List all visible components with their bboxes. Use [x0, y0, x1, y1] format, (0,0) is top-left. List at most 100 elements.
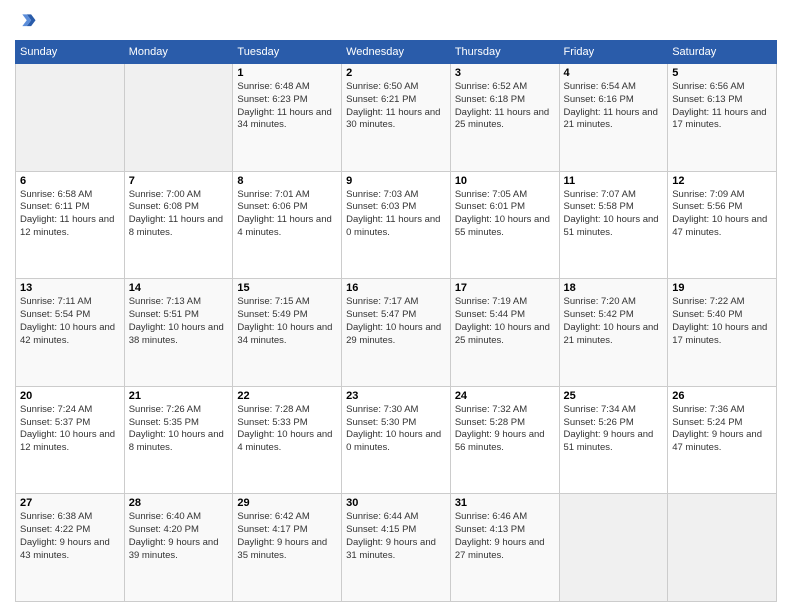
day-detail: Sunrise: 7:13 AM Sunset: 5:51 PM Dayligh…: [129, 296, 229, 347]
day-detail: Sunrise: 7:22 AM Sunset: 5:40 PM Dayligh…: [672, 296, 772, 347]
calendar-week-5: 27Sunrise: 6:38 AM Sunset: 4:22 PM Dayli…: [16, 494, 777, 602]
day-detail: Sunrise: 7:17 AM Sunset: 5:47 PM Dayligh…: [346, 296, 446, 347]
day-number: 28: [129, 497, 229, 509]
day-number: 24: [455, 390, 555, 402]
day-number: 14: [129, 282, 229, 294]
day-detail: Sunrise: 7:07 AM Sunset: 5:58 PM Dayligh…: [564, 189, 664, 240]
day-detail: Sunrise: 6:40 AM Sunset: 4:20 PM Dayligh…: [129, 511, 229, 562]
logo-icon: [15, 10, 37, 32]
day-number: 31: [455, 497, 555, 509]
day-number: 7: [129, 175, 229, 187]
day-detail: Sunrise: 6:48 AM Sunset: 6:23 PM Dayligh…: [237, 81, 337, 132]
calendar-cell: 14 Sunrise: 7:13 AM Sunset: 5:51 PM Dayli…: [124, 279, 233, 387]
day-number: 30: [346, 497, 446, 509]
day-number: 5: [672, 67, 772, 79]
calendar-cell: 5 Sunrise: 6:56 AM Sunset: 6:13 PM Daylig…: [668, 64, 777, 172]
day-detail: Sunrise: 7:19 AM Sunset: 5:44 PM Dayligh…: [455, 296, 555, 347]
day-number: 29: [237, 497, 337, 509]
day-detail: Sunrise: 7:28 AM Sunset: 5:33 PM Dayligh…: [237, 404, 337, 455]
calendar-cell: 22 Sunrise: 7:28 AM Sunset: 5:33 PM Dayli…: [233, 386, 342, 494]
day-number: 26: [672, 390, 772, 402]
calendar-cell: 29 Sunrise: 6:42 AM Sunset: 4:17 PM Dayli…: [233, 494, 342, 602]
header: [15, 10, 777, 32]
calendar-cell: 31Sunrise: 6:46 AM Sunset: 4:13 PM Dayli…: [450, 494, 559, 602]
day-number: 23: [346, 390, 446, 402]
calendar-body: 1 Sunrise: 6:48 AM Sunset: 6:23 PM Daylig…: [16, 64, 777, 602]
weekday-header-wednesday: Wednesday: [342, 41, 451, 64]
calendar-header: SundayMondayTuesdayWednesdayThursdayFrid…: [16, 41, 777, 64]
day-number: 22: [237, 390, 337, 402]
day-detail: Sunrise: 6:50 AM Sunset: 6:21 PM Dayligh…: [346, 81, 446, 132]
day-detail: Sunrise: 7:09 AM Sunset: 5:56 PM Dayligh…: [672, 189, 772, 240]
day-number: 15: [237, 282, 337, 294]
calendar-table: SundayMondayTuesdayWednesdayThursdayFrid…: [15, 40, 777, 602]
calendar-week-4: 20 Sunrise: 7:24 AM Sunset: 5:37 PM Dayli…: [16, 386, 777, 494]
day-detail: Sunrise: 7:24 AM Sunset: 5:37 PM Dayligh…: [20, 404, 120, 455]
day-detail: Sunrise: 7:03 AM Sunset: 6:03 PM Dayligh…: [346, 189, 446, 240]
day-number: 1: [237, 67, 337, 79]
calendar-cell: [668, 494, 777, 602]
page: SundayMondayTuesdayWednesdayThursdayFrid…: [0, 0, 792, 612]
day-number: 3: [455, 67, 555, 79]
calendar-cell: 8Sunrise: 7:01 AM Sunset: 6:06 PM Daylig…: [233, 171, 342, 279]
calendar-cell: 28 Sunrise: 6:40 AM Sunset: 4:20 PM Dayli…: [124, 494, 233, 602]
calendar-cell: 7 Sunrise: 7:00 AM Sunset: 6:08 PM Daylig…: [124, 171, 233, 279]
day-number: 11: [564, 175, 664, 187]
calendar-cell: 19 Sunrise: 7:22 AM Sunset: 5:40 PM Dayli…: [668, 279, 777, 387]
day-detail: Sunrise: 6:54 AM Sunset: 6:16 PM Dayligh…: [564, 81, 664, 132]
day-number: 13: [20, 282, 120, 294]
calendar-cell: 17 Sunrise: 7:19 AM Sunset: 5:44 PM Dayli…: [450, 279, 559, 387]
calendar-cell: [124, 64, 233, 172]
day-number: 21: [129, 390, 229, 402]
calendar-cell: 16 Sunrise: 7:17 AM Sunset: 5:47 PM Dayli…: [342, 279, 451, 387]
weekday-header-saturday: Saturday: [668, 41, 777, 64]
day-detail: Sunrise: 7:34 AM Sunset: 5:26 PM Dayligh…: [564, 404, 664, 455]
calendar-cell: 13 Sunrise: 7:11 AM Sunset: 5:54 PM Dayli…: [16, 279, 125, 387]
day-number: 4: [564, 67, 664, 79]
day-detail: Sunrise: 7:11 AM Sunset: 5:54 PM Dayligh…: [20, 296, 120, 347]
day-number: 16: [346, 282, 446, 294]
day-number: 17: [455, 282, 555, 294]
calendar-week-2: 6Sunrise: 6:58 AM Sunset: 6:11 PM Daylig…: [16, 171, 777, 279]
day-number: 18: [564, 282, 664, 294]
calendar-cell: 1 Sunrise: 6:48 AM Sunset: 6:23 PM Daylig…: [233, 64, 342, 172]
day-detail: Sunrise: 7:26 AM Sunset: 5:35 PM Dayligh…: [129, 404, 229, 455]
day-number: 12: [672, 175, 772, 187]
calendar-cell: [16, 64, 125, 172]
calendar-cell: 4 Sunrise: 6:54 AM Sunset: 6:16 PM Daylig…: [559, 64, 668, 172]
weekday-header-thursday: Thursday: [450, 41, 559, 64]
calendar-cell: 26 Sunrise: 7:36 AM Sunset: 5:24 PM Dayli…: [668, 386, 777, 494]
logo: [15, 10, 39, 32]
day-detail: Sunrise: 6:42 AM Sunset: 4:17 PM Dayligh…: [237, 511, 337, 562]
calendar-cell: [559, 494, 668, 602]
day-number: 20: [20, 390, 120, 402]
day-number: 10: [455, 175, 555, 187]
day-detail: Sunrise: 6:52 AM Sunset: 6:18 PM Dayligh…: [455, 81, 555, 132]
calendar-cell: 27Sunrise: 6:38 AM Sunset: 4:22 PM Dayli…: [16, 494, 125, 602]
calendar-cell: 20 Sunrise: 7:24 AM Sunset: 5:37 PM Dayli…: [16, 386, 125, 494]
day-number: 9: [346, 175, 446, 187]
calendar-cell: 11 Sunrise: 7:07 AM Sunset: 5:58 PM Dayli…: [559, 171, 668, 279]
calendar-cell: 12 Sunrise: 7:09 AM Sunset: 5:56 PM Dayli…: [668, 171, 777, 279]
weekday-header-friday: Friday: [559, 41, 668, 64]
calendar-cell: 30 Sunrise: 6:44 AM Sunset: 4:15 PM Dayli…: [342, 494, 451, 602]
day-detail: Sunrise: 7:00 AM Sunset: 6:08 PM Dayligh…: [129, 189, 229, 240]
weekday-header-tuesday: Tuesday: [233, 41, 342, 64]
day-detail: Sunrise: 7:05 AM Sunset: 6:01 PM Dayligh…: [455, 189, 555, 240]
day-detail: Sunrise: 6:44 AM Sunset: 4:15 PM Dayligh…: [346, 511, 446, 562]
weekday-header-monday: Monday: [124, 41, 233, 64]
day-detail: Sunrise: 7:20 AM Sunset: 5:42 PM Dayligh…: [564, 296, 664, 347]
calendar-cell: 18 Sunrise: 7:20 AM Sunset: 5:42 PM Dayli…: [559, 279, 668, 387]
day-number: 25: [564, 390, 664, 402]
calendar-cell: 25 Sunrise: 7:34 AM Sunset: 5:26 PM Dayli…: [559, 386, 668, 494]
calendar-cell: 3 Sunrise: 6:52 AM Sunset: 6:18 PM Daylig…: [450, 64, 559, 172]
day-detail: Sunrise: 6:56 AM Sunset: 6:13 PM Dayligh…: [672, 81, 772, 132]
calendar-cell: 2Sunrise: 6:50 AM Sunset: 6:21 PM Daylig…: [342, 64, 451, 172]
day-detail: Sunrise: 7:36 AM Sunset: 5:24 PM Dayligh…: [672, 404, 772, 455]
day-number: 19: [672, 282, 772, 294]
weekday-header-sunday: Sunday: [16, 41, 125, 64]
day-detail: Sunrise: 7:15 AM Sunset: 5:49 PM Dayligh…: [237, 296, 337, 347]
day-number: 6: [20, 175, 120, 187]
calendar-week-3: 13 Sunrise: 7:11 AM Sunset: 5:54 PM Dayli…: [16, 279, 777, 387]
calendar-cell: 24Sunrise: 7:32 AM Sunset: 5:28 PM Dayli…: [450, 386, 559, 494]
